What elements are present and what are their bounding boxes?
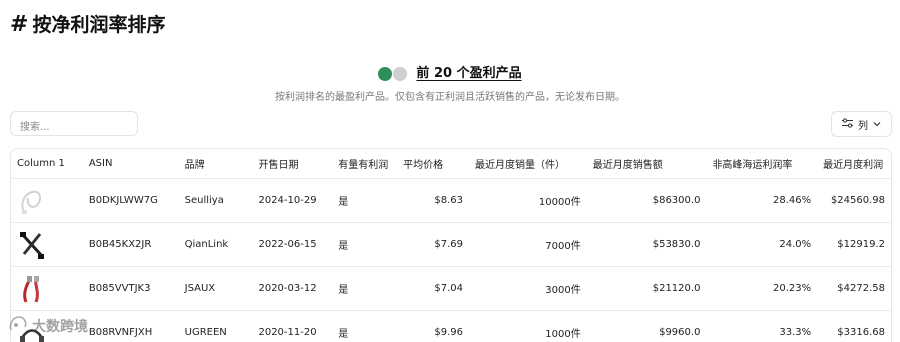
section-heading-text: 前 20 个盈利产品 (416, 66, 522, 81)
cable-white-icon (21, 190, 41, 214)
revenue-cell: $21120.0 (652, 283, 701, 294)
column-header[interactable]: ASIN (83, 158, 179, 169)
price-cell: $7.04 (434, 283, 463, 294)
revenue-cell: $53830.0 (652, 239, 701, 250)
table-header: Column 1 ASIN 品牌 开售日期 有量有利润 平均价格 最近月度销量（… (11, 149, 891, 179)
column-header[interactable]: 开售日期 (252, 156, 332, 171)
product-thumbnail (11, 230, 83, 260)
price-cell: $8.63 (434, 195, 463, 206)
profit-flag-cell: 是 (338, 241, 349, 252)
columns-button[interactable]: 列 (831, 111, 892, 137)
margin-cell: 28.46% (773, 195, 812, 206)
margin-cell: 33.3% (779, 327, 812, 338)
asin-cell: B0B45KX2JR (88, 239, 152, 250)
units-cell: 10000件 (538, 197, 581, 208)
cable-black-icon (20, 231, 44, 259)
watermark-text: 大数跨境 (32, 319, 88, 335)
section-heading: 前 20 个盈利产品 (0, 62, 900, 85)
cable-red-icon (23, 275, 39, 303)
page-title-text: 按净利润率排序 (32, 14, 166, 36)
columns-button-label: 列 (858, 120, 868, 132)
revenue-cell: $9960.0 (659, 327, 701, 338)
asin-cell: B085VVTJK3 (88, 283, 151, 294)
asin-cell: B0DKJLWW7G (88, 195, 158, 206)
chevron-down-icon (873, 119, 881, 130)
profit-flag-cell: 是 (338, 285, 349, 296)
margin-cell: 24.0% (779, 239, 812, 250)
profit-flag-cell: 是 (338, 329, 349, 340)
column-header[interactable]: 最近月度销量（件） (469, 156, 587, 171)
page-title: # 按净利润率排序 (10, 10, 165, 37)
units-cell: 1000件 (545, 329, 581, 340)
brand-cell: QianLink (184, 239, 229, 250)
profit-cell: $4272.58 (837, 283, 886, 294)
date-cell: 2020-11-20 (258, 327, 317, 338)
brand-cell: Seulliya (184, 195, 224, 206)
column-header[interactable]: 平均价格 (397, 156, 469, 171)
revenue-cell: $86300.0 (652, 195, 701, 206)
search-input[interactable]: 搜索... (10, 111, 138, 136)
profit-cell: $24560.98 (830, 195, 886, 206)
date-cell: 2024-10-29 (258, 195, 317, 206)
table-row[interactable]: B08RVNFJXH UGREEN 2020-11-20 是 $9.96 100… (11, 311, 891, 342)
table-row[interactable]: B085VVTJK3 JSAUX 2020-03-12 是 $7.04 3000… (11, 267, 891, 311)
column-header[interactable]: 有量有利润 (332, 156, 397, 171)
smiley-icon (378, 67, 408, 85)
units-cell: 7000件 (545, 241, 581, 252)
profit-cell: $12919.2 (837, 239, 886, 250)
column-header[interactable]: 最近月度利润 (817, 156, 891, 171)
sliders-icon (842, 117, 853, 131)
column-header[interactable]: 最近月度销售额 (587, 156, 707, 171)
brand-cell: JSAUX (184, 283, 216, 294)
margin-cell: 20.23% (773, 283, 812, 294)
price-cell: $7.69 (434, 239, 463, 250)
column-header[interactable]: 品牌 (179, 156, 253, 171)
section-description: 按利润排名的最盈利产品。仅包含有正利润且活跃销售的产品，无论发布日期。 (275, 92, 625, 103)
profit-flag-cell: 是 (338, 197, 349, 208)
column-header[interactable]: Column 1 (11, 158, 83, 169)
watermark: 大数跨境 (8, 315, 88, 337)
date-cell: 2022-06-15 (258, 239, 317, 250)
watermark-logo-icon (8, 315, 28, 337)
column-header[interactable]: 非高峰海运利润率 (706, 156, 817, 171)
date-cell: 2020-03-12 (258, 283, 317, 294)
table-row[interactable]: B0B45KX2JR QianLink 2022-06-15 是 $7.69 7… (11, 223, 891, 267)
brand-cell: UGREEN (184, 327, 227, 338)
hash-icon: # (10, 12, 29, 37)
product-thumbnail (11, 274, 83, 304)
products-table: Column 1 ASIN 品牌 开售日期 有量有利润 平均价格 最近月度销量（… (10, 148, 892, 342)
profit-cell: $3316.68 (837, 327, 886, 338)
price-cell: $9.96 (434, 327, 463, 338)
units-cell: 3000件 (545, 285, 581, 296)
product-thumbnail (11, 186, 83, 216)
table-row[interactable]: B0DKJLWW7G Seulliya 2024-10-29 是 $8.63 1… (11, 179, 891, 223)
asin-cell: B08RVNFJXH (88, 327, 153, 338)
